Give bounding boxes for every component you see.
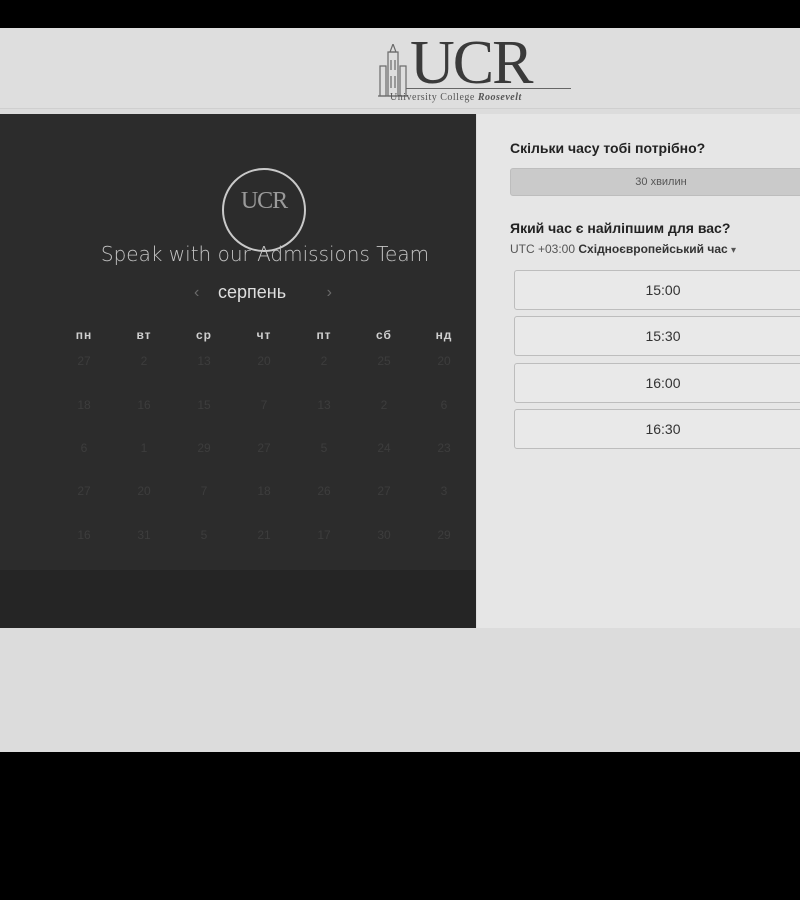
duration-question: Скільки часу тобі потрібно? [510,140,706,156]
calendar-day: 15 [197,398,211,412]
logo-divider [406,88,571,89]
caret-down-icon: ▾ [731,245,737,256]
calendar-panel: UCR Speak with our Admissions Team ‹ сер… [0,114,476,628]
logo-subtitle: University College Roosevelt [390,92,522,103]
weekday-label: вт [136,328,152,342]
timezone-name: Східноєвропейський час [578,242,728,256]
calendar-day: 7 [200,484,208,498]
header: UCR University College Roosevelt [0,28,800,109]
calendar-day: 6 [80,441,88,455]
calendar-day: 27 [77,484,91,498]
time-slot-button[interactable]: 15:00 [514,270,800,310]
calendar-day: 18 [77,398,91,412]
calendar-day: 27 [77,354,91,368]
calendar-week: 27 20 7 18 26 27 3 [54,484,474,498]
calendar-day: 7 [260,398,268,412]
logo-subtitle-text: University College [390,92,475,103]
calendar-day: 16 [77,528,91,542]
calendar-day: 3 [440,484,448,498]
calendar-inner: UCR Speak with our Admissions Team ‹ сер… [0,114,476,570]
profile-logo-text: UCR [240,188,288,214]
weekday-label: сб [376,328,392,342]
calendar-day: 29 [197,441,211,455]
logo-subtitle-bold: Roosevelt [477,92,522,103]
time-slot-button[interactable]: 16:30 [514,409,800,449]
calendar-day: 13 [317,398,331,412]
calendar-day: 20 [137,484,151,498]
weekday-label: чт [256,328,272,342]
event-title: Speak with our Admissions Team [100,242,430,266]
calendar-day: 18 [257,484,271,498]
chevron-right-icon[interactable]: › [327,284,332,302]
calendar-day: 2 [140,354,148,368]
booking-panel: Скільки часу тобі потрібно? 30 хвилин Як… [477,114,800,628]
month-label: серпень [218,282,287,302]
calendar-day: 30 [377,528,391,542]
calendar-day: 6 [440,398,448,412]
calendar-week: 18 16 15 7 13 2 6 [54,398,474,412]
calendar-day: 17 [317,528,331,542]
timezone-offset: UTC +03:00 [510,242,576,256]
time-question: Який час є найліпшим для вас? [510,220,731,236]
calendar-day: 31 [137,528,151,542]
calendar-day: 2 [380,398,388,412]
ucr-logo[interactable]: UCR University College Roosevelt [376,32,576,104]
calendar-week: 16 31 5 21 17 30 29 [54,528,474,542]
calendar-day: 27 [257,441,271,455]
logo-text: UCR [410,29,533,97]
weekday-label: пт [316,328,332,342]
calendar-day: 24 [377,441,391,455]
calendar-day: 21 [257,528,271,542]
calendar-day: 23 [437,441,451,455]
time-slot-button[interactable]: 16:00 [514,363,800,403]
calendar-week: 27 2 13 20 2 25 20 [54,354,474,368]
weekday-header: пн вт ср чт пт сб нд [54,328,474,342]
page: UCR University College Roosevelt UCR Spe… [0,28,800,752]
calendar-day: 29 [437,528,451,542]
weekday-label: нд [435,328,453,342]
calendar-day: 25 [377,354,391,368]
calendar-day: 20 [437,354,451,368]
calendar-day: 2 [320,354,328,368]
time-slot-button[interactable]: 15:30 [514,316,800,356]
duration-option-button[interactable]: 30 хвилин [510,168,800,196]
calendar-week: 6 1 29 27 5 24 23 [54,441,474,455]
weekday-label: ср [195,328,212,342]
timezone-selector[interactable]: UTC +03:00 Східноєвропейський час ▾ [510,242,736,256]
month-navigation: ‹ серпень › [190,282,340,312]
calendar-day: 5 [200,528,208,542]
calendar-day: 20 [257,354,271,368]
weekday-label: пн [75,328,93,342]
calendar-day: 13 [197,354,211,368]
profile-logo-circle: UCR [222,168,306,252]
calendar-day: 1 [140,441,148,455]
calendar-day: 16 [137,398,151,412]
chevron-left-icon[interactable]: ‹ [194,284,199,302]
calendar-day: 27 [377,484,391,498]
calendar-day: 26 [317,484,331,498]
calendar-day: 5 [320,441,328,455]
